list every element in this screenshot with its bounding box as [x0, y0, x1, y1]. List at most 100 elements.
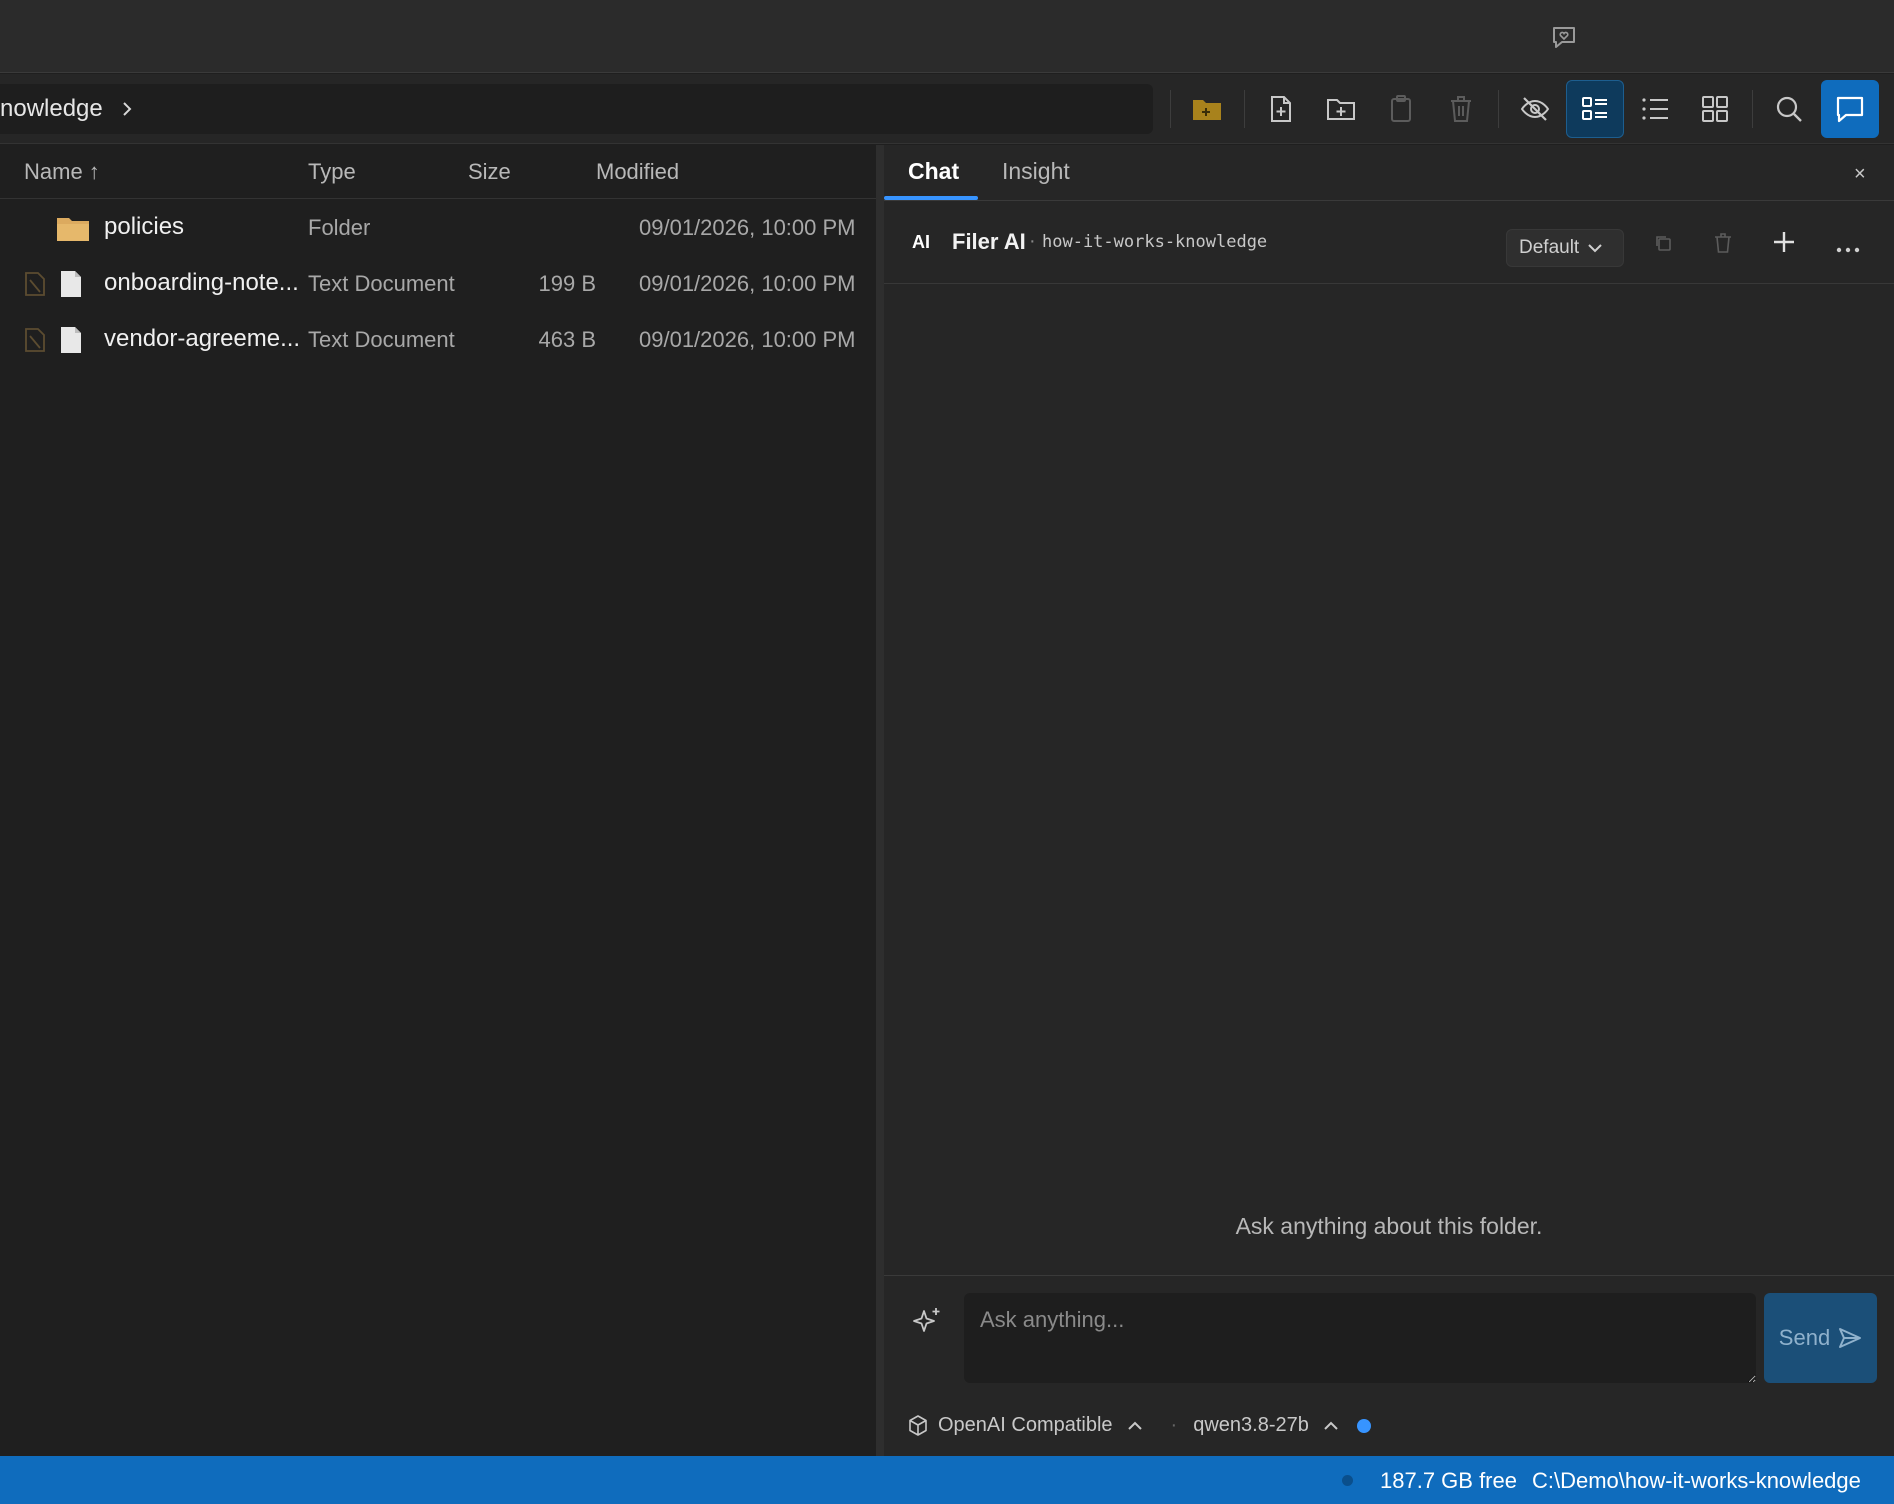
file-name[interactable]: onboarding-note... — [104, 269, 299, 297]
file-plus-icon — [1271, 96, 1291, 122]
header-separator: · — [1029, 230, 1036, 252]
column-header-name[interactable]: Name ↑ — [24, 159, 100, 185]
copy-conversation-button[interactable] — [1654, 234, 1672, 257]
new-chat-button[interactable] — [1773, 231, 1795, 258]
file-name[interactable]: vendor-agreeme... — [104, 325, 300, 353]
file-modified: 09/01/2026, 10:00 PM — [639, 327, 856, 352]
toolbar-divider — [1170, 90, 1171, 128]
chat-panel: Chat Insight × AI Filer AI · how-it-work… — [884, 145, 1894, 1456]
empty-chat-message: Ask anything about this folder. — [1235, 1213, 1543, 1239]
status-bar: 187.7 GB free C:\Demo\how-it-works-knowl… — [0, 1456, 1894, 1504]
file-name[interactable]: policies — [104, 213, 184, 241]
toolbar: nowledge — [0, 74, 1894, 144]
folder-icon — [1193, 100, 1221, 120]
file-type: Text Document — [308, 271, 455, 296]
file-modified: 09/01/2026, 10:00 PM — [639, 271, 856, 296]
close-panel-button[interactable]: × — [1854, 163, 1866, 186]
assistant-name: Filer AI — [952, 229, 1026, 254]
folder-plus-icon — [1327, 99, 1355, 120]
file-type: Text Document — [308, 327, 455, 352]
clipboard-icon — [1391, 95, 1411, 122]
more-options-button[interactable] — [1836, 240, 1860, 258]
toolbar-divider — [1498, 90, 1499, 128]
provider-separator: · — [1170, 1414, 1178, 1436]
file-modified: 09/01/2026, 10:00 PM — [639, 215, 856, 240]
chat-composer: Send OpenAI Compatible · qwen3.8-27b — [884, 1275, 1894, 1456]
grid-view-icon — [1702, 96, 1728, 122]
list-view-button[interactable] — [1626, 80, 1684, 138]
heart-message-icon — [1553, 27, 1575, 48]
delete-button[interactable] — [1432, 80, 1490, 138]
copy-icon — [1656, 236, 1671, 251]
send-button-label: Send — [1778, 1325, 1831, 1350]
tab-insight[interactable]: Insight — [1002, 158, 1070, 185]
clear-conversation-button[interactable] — [1714, 233, 1732, 258]
current-path-label[interactable]: C:\Demo\how-it-works-knowledge — [1532, 1468, 1861, 1494]
details-view-icon — [1582, 97, 1607, 120]
column-header-size[interactable]: Size — [468, 159, 511, 185]
folder-icon — [56, 216, 90, 247]
model-select[interactable]: qwen3.8-27b — [1193, 1414, 1309, 1437]
column-header-row: Name ↑ Type Size Modified — [0, 145, 876, 199]
mode-select-value: Default — [1519, 237, 1580, 258]
details-view-button[interactable] — [1566, 80, 1624, 138]
cube-icon — [909, 1414, 927, 1436]
more-horizontal-icon — [1836, 247, 1860, 253]
list-view-icon — [1642, 98, 1668, 120]
connection-status-dot — [1356, 1418, 1371, 1433]
text-file-icon — [60, 270, 82, 303]
file-type: Folder — [308, 215, 371, 240]
hidden-files-toggle[interactable] — [1506, 80, 1564, 138]
pane-splitter[interactable] — [876, 145, 884, 1456]
open-folder-button[interactable] — [1178, 80, 1236, 138]
new-file-button[interactable] — [1252, 80, 1310, 138]
chevron-down-icon — [1588, 244, 1602, 253]
trash-icon — [1451, 96, 1471, 122]
chat-input[interactable] — [964, 1293, 1756, 1383]
panel-tabs: Chat Insight × — [884, 145, 1894, 201]
send-icon — [1839, 1328, 1862, 1348]
new-folder-button[interactable] — [1312, 80, 1370, 138]
sparkle-icon — [913, 1308, 940, 1332]
chevron-up-icon[interactable] — [1127, 1421, 1143, 1431]
chat-icon — [1836, 96, 1864, 123]
eye-off-icon — [1520, 97, 1550, 121]
title-bar — [0, 0, 1894, 73]
file-row[interactable]: onboarding-note... Text Document 199 B 0… — [0, 257, 876, 313]
tab-chat[interactable]: Chat — [908, 158, 959, 185]
file-row[interactable]: vendor-agreeme... Text Document 463 B 09… — [0, 313, 876, 369]
chevron-up-icon[interactable] — [1323, 1421, 1339, 1431]
paste-button[interactable] — [1372, 80, 1430, 138]
context-folder: how-it-works-knowledge — [1042, 232, 1268, 252]
file-row[interactable]: policies Folder 09/01/2026, 10:00 PM — [0, 201, 876, 257]
prompt-suggestions-button[interactable] — [912, 1306, 942, 1341]
breadcrumb-segment[interactable]: nowledge — [0, 95, 103, 123]
file-list-pane: Name ↑ Type Size Modified policies Folde… — [0, 145, 876, 1456]
mode-select[interactable]: Default — [1506, 229, 1624, 267]
address-bar[interactable]: nowledge — [0, 84, 1153, 134]
provider-select[interactable]: OpenAI Compatible — [938, 1414, 1113, 1437]
chevron-right-icon[interactable] — [121, 100, 133, 118]
file-size: 199 B — [538, 271, 597, 296]
search-button[interactable] — [1760, 80, 1818, 138]
text-file-icon — [60, 326, 82, 359]
active-tab-indicator — [884, 196, 978, 200]
plus-icon — [1774, 232, 1794, 252]
status-indicator-dot — [1342, 1475, 1353, 1486]
grid-view-button[interactable] — [1686, 80, 1744, 138]
search-icon — [1776, 96, 1802, 122]
model-picker-bar: OpenAI Compatible · qwen3.8-27b — [908, 1414, 1371, 1437]
column-header-type[interactable]: Type — [308, 159, 356, 185]
sync-status-icon — [24, 327, 46, 358]
send-button[interactable]: Send — [1764, 1293, 1877, 1383]
chat-toggle-button[interactable] — [1821, 80, 1879, 138]
column-header-modified[interactable]: Modified — [596, 159, 679, 185]
chat-header: AI Filer AI · how-it-works-knowledge Def… — [884, 202, 1894, 284]
file-size: 463 B — [538, 327, 597, 352]
toolbar-divider — [1752, 90, 1753, 128]
feedback-button[interactable] — [1548, 22, 1580, 52]
free-space-label: 187.7 GB free — [1380, 1468, 1517, 1493]
toolbar-divider — [1244, 90, 1245, 128]
trash-icon — [1715, 233, 1731, 253]
sync-status-icon — [24, 271, 46, 302]
